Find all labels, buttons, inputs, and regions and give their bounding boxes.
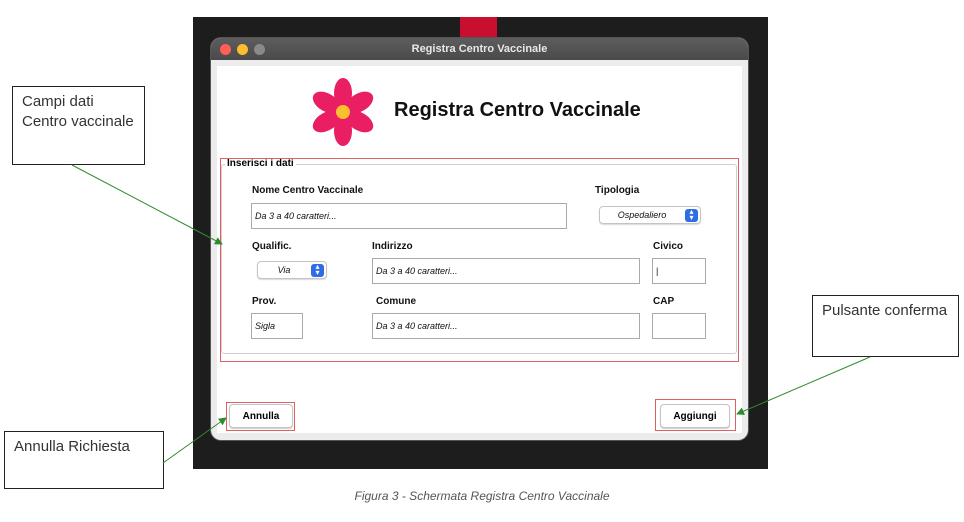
arrow-to-annulla — [162, 417, 227, 464]
arrow-to-form — [71, 164, 223, 245]
arrow-to-aggiungi — [736, 356, 871, 415]
figure-caption: Figura 3 - Schermata Registra Centro Vac… — [354, 489, 610, 503]
annotation-arrows — [71, 164, 871, 464]
